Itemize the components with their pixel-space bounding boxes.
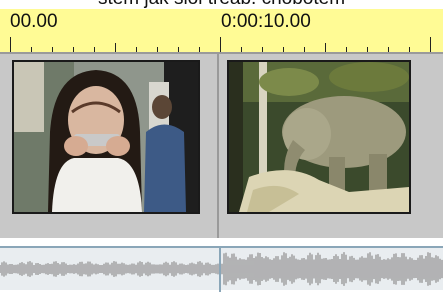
ruler-tick [10,37,11,53]
audio-clip-divider [219,248,221,292]
ruler-tick [220,37,221,53]
timecode-ten-seconds: 0:00:10.00 [221,11,311,32]
thumbnail-elephant-icon [229,62,409,212]
video-clip-elephant[interactable] [227,60,411,214]
video-track[interactable] [0,54,443,238]
audio-waveform [0,252,443,286]
video-clip-woman-harmonica[interactable] [12,60,200,214]
track-gap [0,238,443,246]
thumbnail-woman-harmonica-icon [14,62,198,212]
timeline-ruler[interactable]: 00.00 0:00:10.00 [0,9,443,53]
caption-text: stem jak sloi treab. chobotem [0,0,443,9]
ruler-tick [430,37,431,53]
timecode-start: 00.00 [10,11,58,32]
clip-divider [217,54,219,238]
waveform-icon [0,252,443,286]
audio-track[interactable] [0,246,443,292]
